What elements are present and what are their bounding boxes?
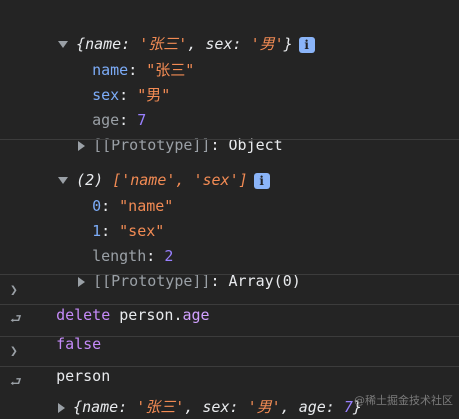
summary-key: name xyxy=(82,398,119,416)
summary-key: sex xyxy=(202,398,230,416)
object-prototype-row[interactable]: [[Prototype]]: Object xyxy=(60,109,459,154)
array-prototype-row[interactable]: [[Prototype]]: Array(0) xyxy=(60,245,459,290)
console-input-row[interactable]: delete person.age xyxy=(38,279,459,324)
triangle-right-icon[interactable] xyxy=(58,402,66,413)
object-prop-row: sex: "男" xyxy=(92,86,171,104)
console-result-row: false xyxy=(38,308,459,353)
console-divider xyxy=(0,139,459,140)
array-length-row: length: 2 xyxy=(92,247,174,265)
object-summary-row[interactable]: {name: '张三', sex: '男'} i xyxy=(40,8,459,53)
watermark: @稀土掘金技术社区 xyxy=(354,394,453,407)
chevron-right-icon: ❯ xyxy=(10,283,18,298)
return-arrow-icon: ⮐ xyxy=(10,312,22,327)
console-divider xyxy=(0,304,459,305)
console-divider xyxy=(0,336,459,337)
summary-value: '张三' xyxy=(136,398,185,416)
console-divider xyxy=(0,274,459,275)
summary-key: age xyxy=(298,398,326,416)
console-input-row[interactable]: person xyxy=(38,340,459,385)
chevron-right-icon: ❯ xyxy=(10,344,18,359)
summary-value: 7 xyxy=(343,398,353,416)
array-item-row: 0: "name" xyxy=(92,197,174,215)
return-arrow-icon: ⮐ xyxy=(10,375,22,390)
array-summary-row[interactable]: (2) ['name', 'sex'] i xyxy=(40,144,459,189)
console-divider xyxy=(0,366,459,367)
triangle-down-icon[interactable] xyxy=(58,177,69,184)
triangle-down-icon[interactable] xyxy=(58,41,69,48)
object-prop-row: name: "张三" xyxy=(92,61,195,79)
object-prop-row: age: 7 xyxy=(92,111,147,129)
array-item-row: 1: "sex" xyxy=(92,222,165,240)
summary-value: '男' xyxy=(247,398,281,416)
